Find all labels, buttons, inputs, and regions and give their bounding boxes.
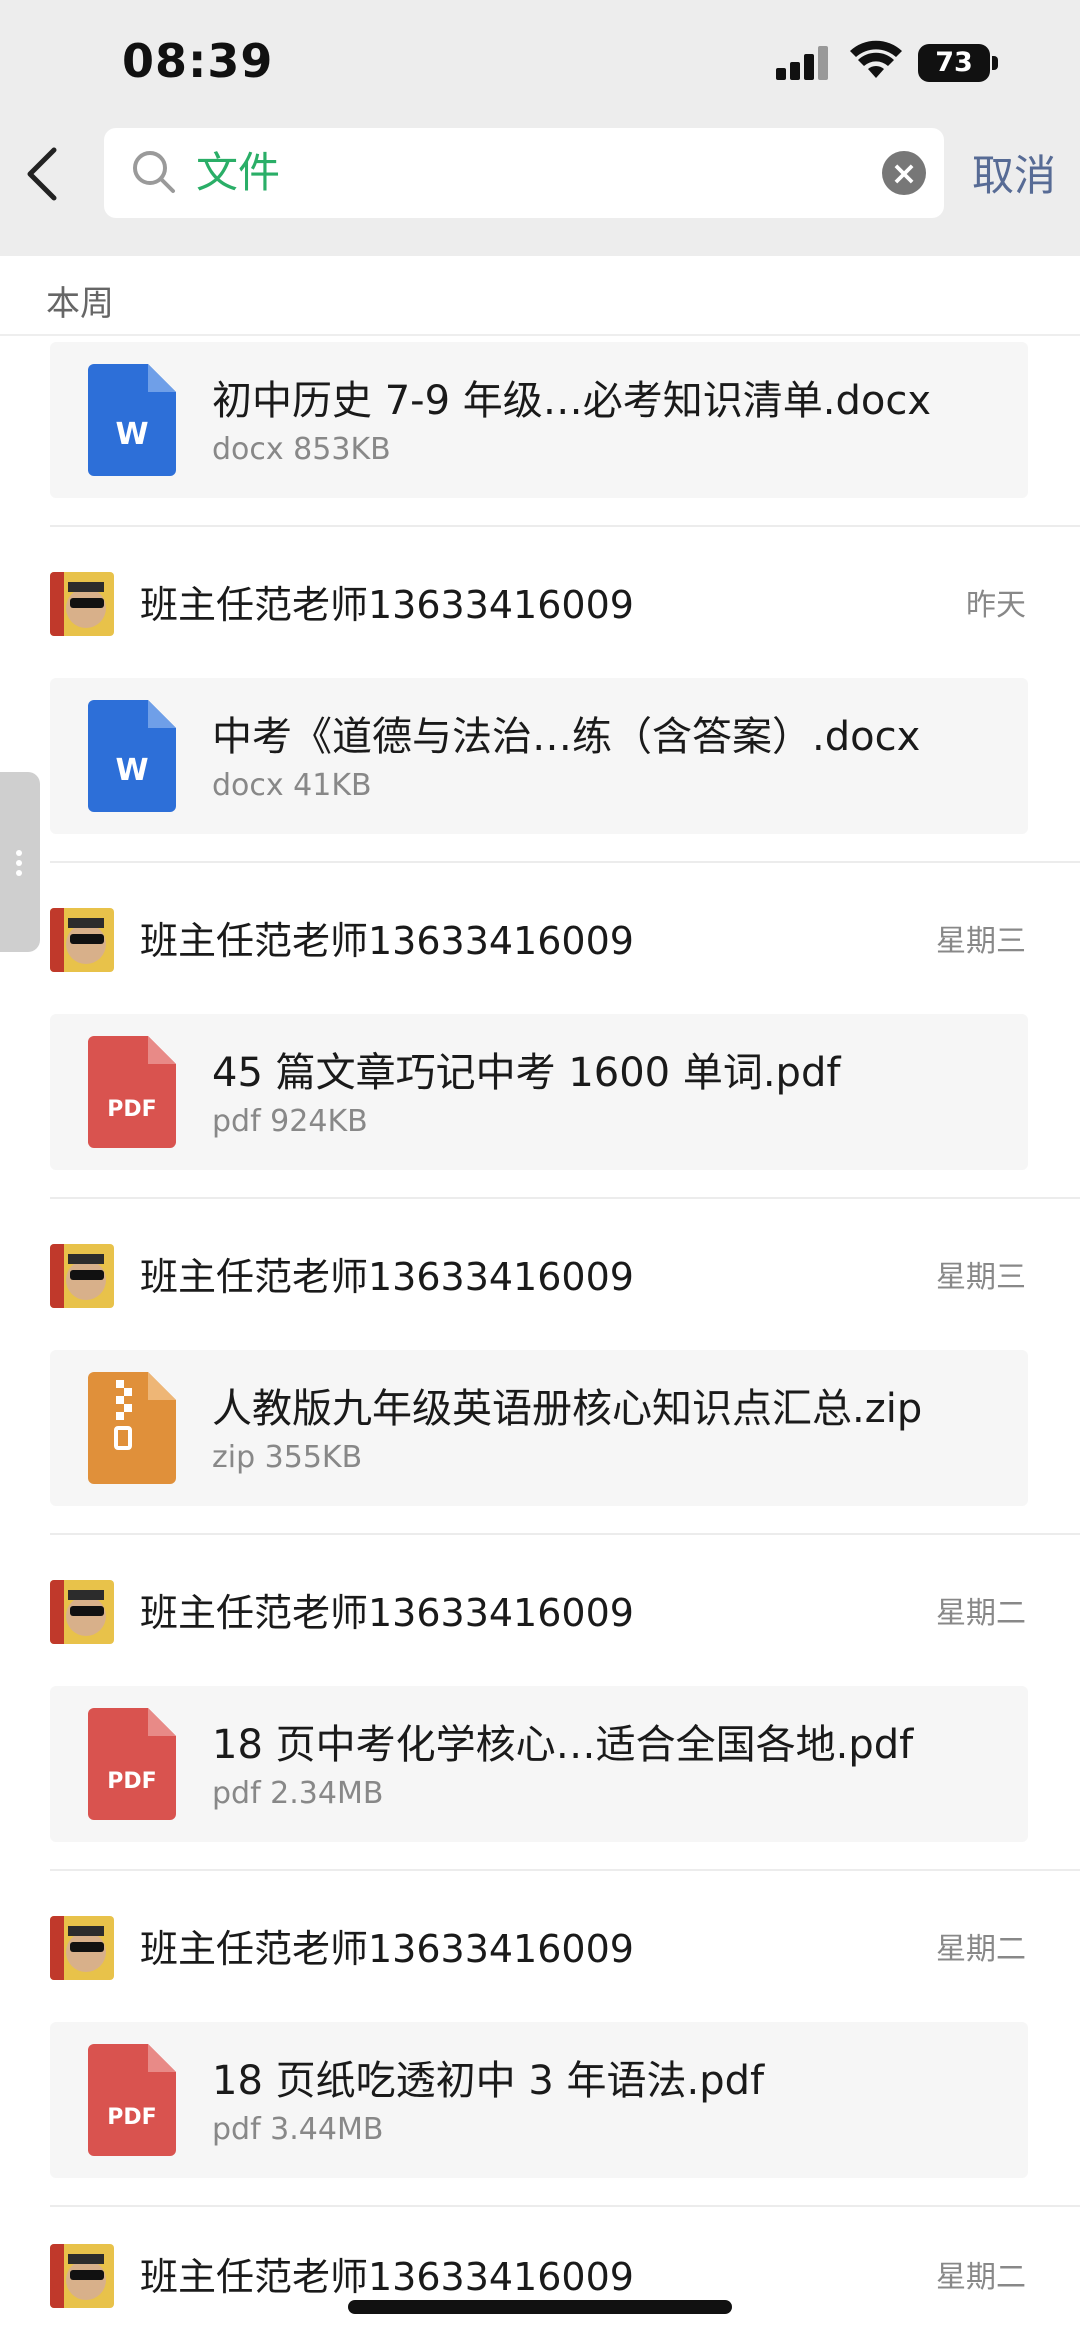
divider (50, 1533, 1080, 1535)
side-drawer-handle[interactable] (0, 772, 40, 952)
sender-row[interactable]: 班主任范老师13633416009 星期三 (0, 878, 1080, 988)
zip-file-icon (88, 1372, 176, 1484)
sender-date: 星期二 (936, 1596, 1026, 1631)
divider (50, 1869, 1080, 1871)
divider (50, 861, 1080, 863)
divider (50, 2205, 1080, 2207)
file-name: 中考《道德与法治…练（含答案）.docx (212, 714, 921, 760)
search-icon (133, 151, 175, 193)
avatar (50, 1580, 114, 1644)
file-name: 人教版九年级英语册核心知识点汇总.zip (212, 1386, 923, 1432)
sender-date: 星期三 (936, 1260, 1026, 1295)
avatar (50, 908, 114, 972)
file-meta: docx 853KB (212, 432, 391, 467)
sender-name: 班主任范老师13633416009 (140, 2255, 634, 2299)
sender-row[interactable]: 班主任范老师13633416009 星期三 (0, 1214, 1080, 1324)
sender-row[interactable]: 班主任范老师13633416009 昨天 (0, 542, 1080, 652)
file-meta: zip 355KB (212, 1440, 363, 1475)
battery-icon: 73 (918, 44, 998, 82)
word-file-icon: W (88, 364, 176, 476)
svg-text:PDF: PDF (107, 1097, 156, 1122)
sender-row[interactable]: 班主任范老师13633416009 星期二 (0, 1886, 1080, 1996)
file-card[interactable]: PDF 18 页中考化学核心…适合全国各地.pdf pdf 2.34MB (50, 1686, 1028, 1842)
avatar (50, 2244, 114, 2308)
sender-name: 班主任范老师13633416009 (140, 1255, 634, 1299)
svg-text:PDF: PDF (107, 1769, 156, 1794)
file-card[interactable]: PDF 45 篇文章巧记中考 1600 单词.pdf pdf 924KB (50, 1014, 1028, 1170)
file-name: 初中历史 7-9 年级…必考知识清单.docx (212, 378, 932, 424)
section-divider (0, 334, 1080, 336)
sender-date: 星期三 (936, 924, 1026, 959)
sender-name: 班主任范老师13633416009 (140, 919, 634, 963)
sender-date: 星期二 (936, 2260, 1026, 2295)
battery-level: 73 (918, 44, 990, 82)
cancel-button[interactable]: 取消 (972, 142, 1056, 203)
avatar (50, 1916, 114, 1980)
search-input[interactable]: 文件 (196, 128, 796, 218)
svg-text:W: W (115, 753, 148, 788)
file-meta: pdf 3.44MB (212, 2112, 384, 2147)
file-card[interactable]: 人教版九年级英语册核心知识点汇总.zip zip 355KB (50, 1350, 1028, 1506)
chevron-left-icon[interactable] (20, 142, 68, 206)
header: 08:39 73 文件 × 取消 (0, 0, 1080, 256)
sender-name: 班主任范老师13633416009 (140, 583, 634, 627)
home-indicator[interactable] (348, 2300, 732, 2314)
sender-date: 星期二 (936, 1932, 1026, 1967)
divider (50, 525, 1080, 527)
wifi-icon (850, 40, 902, 78)
section-label: 本周 (46, 284, 114, 324)
file-meta: docx 41KB (212, 768, 372, 803)
file-name: 18 页纸吃透初中 3 年语法.pdf (212, 2058, 765, 2104)
word-file-icon: W (88, 700, 176, 812)
file-card[interactable]: W 初中历史 7-9 年级…必考知识清单.docx docx 853KB (50, 342, 1028, 498)
signal-icon (776, 46, 832, 80)
sender-name: 班主任范老师13633416009 (140, 1591, 634, 1635)
file-card[interactable]: PDF 18 页纸吃透初中 3 年语法.pdf pdf 3.44MB (50, 2022, 1028, 2178)
file-name: 18 页中考化学核心…适合全国各地.pdf (212, 1722, 914, 1768)
svg-text:PDF: PDF (107, 2105, 156, 2130)
pdf-file-icon: PDF (88, 1708, 176, 1820)
sender-row[interactable]: 班主任范老师13633416009 星期二 (0, 1550, 1080, 1660)
search-box[interactable]: 文件 × (104, 128, 944, 218)
file-name: 45 篇文章巧记中考 1600 单词.pdf (212, 1050, 841, 1096)
clear-icon[interactable]: × (882, 151, 926, 195)
avatar (50, 572, 114, 636)
divider (50, 1197, 1080, 1199)
file-meta: pdf 924KB (212, 1104, 368, 1139)
svg-text:W: W (115, 417, 148, 452)
pdf-file-icon: PDF (88, 1036, 176, 1148)
status-time: 08:39 (122, 34, 274, 88)
pdf-file-icon: PDF (88, 2044, 176, 2156)
sender-name: 班主任范老师13633416009 (140, 1927, 634, 1971)
sender-date: 昨天 (966, 588, 1026, 623)
file-card[interactable]: W 中考《道德与法治…练（含答案）.docx docx 41KB (50, 678, 1028, 834)
file-meta: pdf 2.34MB (212, 1776, 384, 1811)
avatar (50, 1244, 114, 1308)
